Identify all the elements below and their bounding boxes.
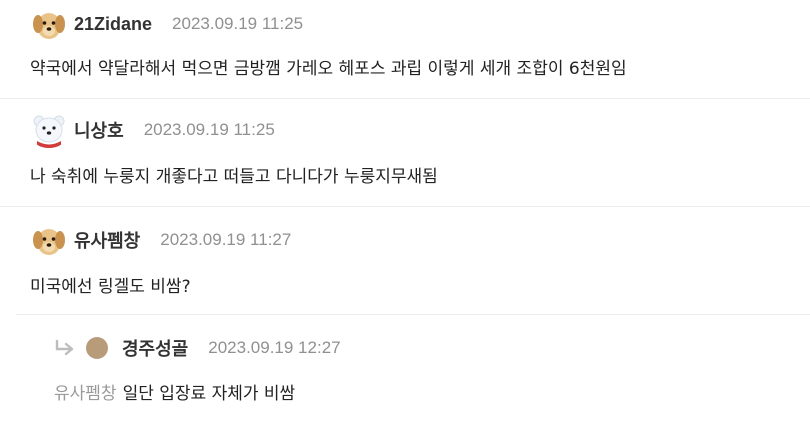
- reply-header: 경주성골 2023.09.19 12:27: [54, 328, 341, 368]
- puppy-avatar-icon[interactable]: [30, 221, 68, 259]
- reply-text: 일단 입장료 자체가 비쌈: [122, 384, 296, 404]
- comment-item: 니상호 2023.09.19 11:25 나 숙취에 누룽지 개좋다고 떠들고 …: [0, 98, 810, 207]
- comment-header: 21Zidane 2023.09.19 11:25: [30, 4, 303, 44]
- comment-header: 니상호 2023.09.19 11:25: [30, 110, 275, 150]
- polar-bear-avatar-icon[interactable]: [30, 111, 68, 149]
- comment-text: 약국에서 약달라해서 먹으면 금방깸 가레오 헤포스 과립 이렇게 세개 조합이…: [30, 59, 627, 79]
- comment-date: 2023.09.19 11:27: [160, 230, 292, 249]
- comment-text: 미국에선 링겔도 비쌈?: [30, 277, 191, 297]
- comment-header: 유사펨창 2023.09.19 11:27: [30, 220, 291, 260]
- comment-date: 2023.09.19 11:25: [143, 120, 275, 139]
- reply-author[interactable]: 경주성골: [122, 335, 188, 361]
- reply-date: 2023.09.19 12:27: [208, 338, 341, 357]
- reply-item: 경주성골 2023.09.19 12:27 유사펨창 일단 입장료 자체가 비쌈: [16, 314, 810, 426]
- reply-text-line: 유사펨창 일단 입장료 자체가 비쌈: [54, 379, 295, 404]
- reply-arrow-icon: [55, 339, 74, 356]
- comment-item: 유사펨창 2023.09.19 11:27 미국에선 링겔도 비쌈?: [0, 206, 810, 314]
- comment-author[interactable]: 니상호: [74, 117, 124, 143]
- reply-mention[interactable]: 유사펨창: [54, 384, 117, 404]
- puppy-avatar-icon[interactable]: [30, 5, 68, 43]
- comment-author[interactable]: 21Zidane: [74, 14, 152, 35]
- comment-text: 나 숙취에 누룽지 개좋다고 떠들고 다니다가 누룽지무새됨: [30, 167, 438, 187]
- avatar[interactable]: [86, 337, 108, 359]
- comment-date: 2023.09.19 11:25: [172, 14, 304, 33]
- comment-author[interactable]: 유사펨창: [74, 227, 140, 253]
- comment-item: 21Zidane 2023.09.19 11:25 약국에서 약달라해서 먹으면…: [0, 0, 810, 99]
